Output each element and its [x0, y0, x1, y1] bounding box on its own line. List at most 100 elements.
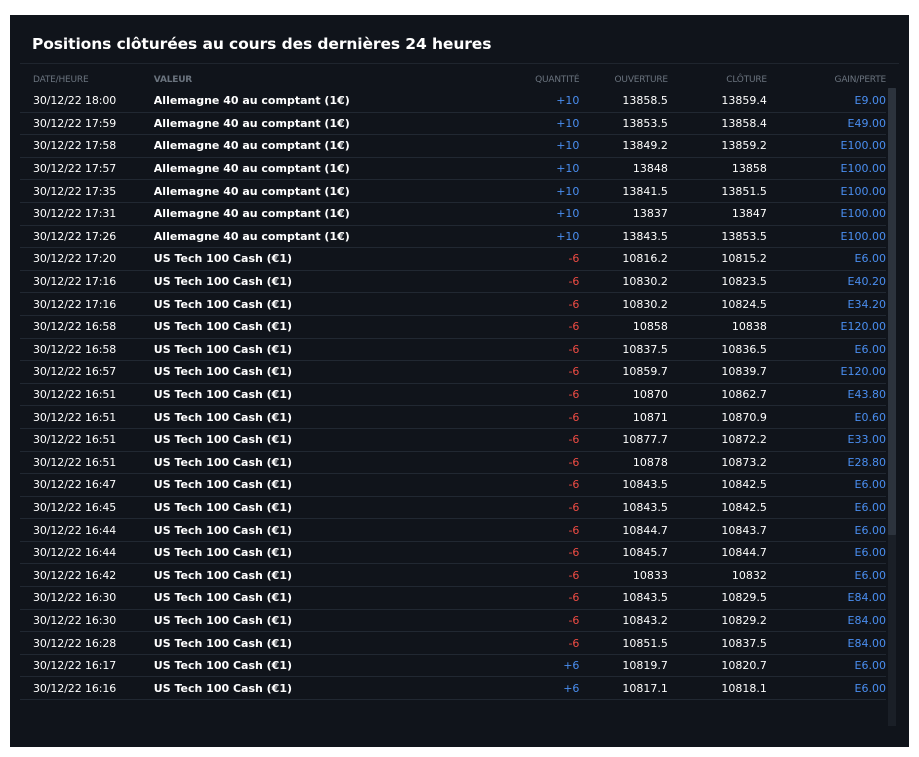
cell-close: 10872.2 [667, 428, 767, 452]
cell-value: US Tech 100 Cash (€1) [153, 315, 470, 339]
table-row[interactable]: 30/12/22 16:51 US Tech 100 Cash (€1) -6 108… [20, 405, 886, 429]
cell-open: 13848 [579, 157, 668, 181]
cell-value: US Tech 100 Cash (€1) [153, 654, 470, 678]
cell-value: US Tech 100 Cash (€1) [153, 270, 470, 294]
cell-quantity: -6 [469, 292, 580, 316]
column-header-gain-loss[interactable]: GAIN/PERTE [767, 70, 887, 90]
table-row[interactable]: 30/12/22 16:57 US Tech 100 Cash (€1) -6 108… [20, 360, 886, 384]
scrollbar-thumb[interactable] [888, 88, 896, 535]
cell-value: US Tech 100 Cash (€1) [153, 676, 470, 701]
cell-open: 10843.5 [579, 496, 668, 520]
table-row[interactable]: 30/12/22 16:42 US Tech 100 Cash (€1) -6 108… [20, 563, 886, 588]
cell-date: 30/12/22 16:57 [20, 360, 154, 384]
cell-gain-loss: E6.00 [766, 563, 886, 588]
table-row[interactable]: 30/12/22 16:47 US Tech 100 Cash (€1) -6 108… [20, 473, 886, 497]
cell-close: 10836.5 [667, 338, 767, 362]
cell-quantity: -6 [469, 563, 580, 588]
cell-value: US Tech 100 Cash (€1) [153, 563, 470, 588]
cell-date: 30/12/22 16:28 [20, 631, 154, 655]
cell-date: 30/12/22 17:31 [20, 202, 154, 226]
table-row[interactable]: 30/12/22 17:16 US Tech 100 Cash (€1) -6 108… [20, 270, 886, 294]
cell-quantity: -6 [469, 383, 580, 407]
cell-close: 13853.5 [667, 225, 767, 249]
cell-gain-loss: E6.00 [766, 518, 886, 542]
table-row[interactable]: 30/12/22 17:58 Allemagne 40 au comptant (… [20, 134, 886, 158]
cell-date: 30/12/22 16:51 [20, 451, 154, 475]
cell-quantity: -6 [469, 541, 580, 565]
cell-value: US Tech 100 Cash (€1) [153, 428, 470, 452]
cell-quantity: +10 [469, 157, 580, 181]
table-row[interactable]: 30/12/22 17:57 Allemagne 40 au comptant (… [20, 157, 886, 181]
cell-open: 13843.5 [579, 225, 668, 249]
cell-close: 10838 [667, 315, 767, 339]
column-header-open[interactable]: OUVERTURE [579, 70, 669, 90]
table-row[interactable]: 30/12/22 16:51 US Tech 100 Cash (€1) -6 108… [20, 383, 886, 407]
cell-close: 10839.7 [667, 360, 767, 384]
table-row[interactable]: 30/12/22 16:51 US Tech 100 Cash (€1) -6 108… [20, 451, 886, 475]
positions-table: DATE/HEURE VALEUR QUANTITÉ OUVERTURE CLÔ… [20, 70, 886, 701]
cell-open: 10878 [579, 451, 668, 475]
table-row[interactable]: 30/12/22 16:58 US Tech 100 Cash (€1) -6 108… [20, 338, 886, 362]
cell-gain-loss: E6.00 [766, 541, 886, 565]
table-row[interactable]: 30/12/22 16:51 US Tech 100 Cash (€1) -6 108… [20, 428, 886, 452]
cell-open: 10858 [579, 315, 668, 339]
table-row[interactable]: 30/12/22 17:26 Allemagne 40 au comptant (… [20, 225, 886, 249]
column-header-close[interactable]: CLÔTURE [668, 70, 767, 90]
table-row[interactable]: 30/12/22 16:16 US Tech 100 Cash (€1) +6 108… [20, 676, 886, 701]
cell-quantity: -6 [469, 428, 580, 452]
cell-date: 30/12/22 16:47 [20, 473, 154, 497]
cell-gain-loss: E33.00 [766, 428, 886, 452]
closed-positions-panel: Positions clôturées au cours des dernièr… [10, 15, 909, 747]
cell-quantity: +10 [469, 225, 580, 249]
column-header-value[interactable]: VALEUR [154, 70, 470, 90]
cell-value: US Tech 100 Cash (€1) [153, 451, 470, 475]
cell-quantity: -6 [469, 496, 580, 520]
cell-open: 10819.7 [579, 654, 668, 678]
cell-value: US Tech 100 Cash (€1) [153, 247, 470, 271]
cell-close: 10823.5 [667, 270, 767, 294]
cell-close: 10837.5 [667, 631, 767, 655]
cell-value: Allemagne 40 au comptant (1€) [153, 90, 470, 113]
table-row[interactable]: 30/12/22 17:31 Allemagne 40 au comptant (… [20, 202, 886, 226]
cell-gain-loss: E6.00 [766, 473, 886, 497]
cell-quantity: +10 [469, 134, 580, 158]
table-row[interactable]: 30/12/22 16:28 US Tech 100 Cash (€1) -6 108… [20, 631, 886, 655]
cell-open: 10843.5 [579, 586, 668, 610]
table-row[interactable]: 30/12/22 16:30 US Tech 100 Cash (€1) -6 108… [20, 609, 886, 633]
cell-open: 10833 [579, 563, 668, 588]
table-row[interactable]: 30/12/22 17:35 Allemagne 40 au comptant (… [20, 179, 886, 203]
table-row[interactable]: 30/12/22 16:45 US Tech 100 Cash (€1) -6 108… [20, 496, 886, 520]
cell-value: Allemagne 40 au comptant (1€) [153, 202, 470, 226]
cell-close: 10818.1 [667, 676, 767, 701]
table-row[interactable]: 30/12/22 17:59 Allemagne 40 au comptant (… [20, 112, 886, 136]
table-row[interactable]: 30/12/22 16:17 US Tech 100 Cash (€1) +6 108… [20, 654, 886, 678]
table-row[interactable]: 30/12/22 16:44 US Tech 100 Cash (€1) -6 108… [20, 541, 886, 565]
table-row[interactable]: 30/12/22 16:30 US Tech 100 Cash (€1) -6 108… [20, 586, 886, 610]
table-row[interactable]: 30/12/22 17:16 US Tech 100 Cash (€1) -6 108… [20, 292, 886, 316]
cell-value: Allemagne 40 au comptant (1€) [153, 157, 470, 181]
table-header-row: DATE/HEURE VALEUR QUANTITÉ OUVERTURE CLÔ… [20, 70, 886, 90]
cell-open: 10870 [579, 383, 668, 407]
cell-quantity: -6 [469, 360, 580, 384]
cell-value: US Tech 100 Cash (€1) [153, 609, 470, 633]
column-header-date[interactable]: DATE/HEURE [20, 70, 154, 90]
table-row[interactable]: 30/12/22 16:58 US Tech 100 Cash (€1) -6 108… [20, 315, 886, 339]
column-header-quantity[interactable]: QUANTITÉ [470, 70, 579, 90]
cell-open: 10843.5 [579, 473, 668, 497]
table-row[interactable]: 30/12/22 16:44 US Tech 100 Cash (€1) -6 108… [20, 518, 886, 542]
cell-close: 10873.2 [667, 451, 767, 475]
cell-close: 10842.5 [667, 496, 767, 520]
cell-quantity: -6 [469, 451, 580, 475]
table-row[interactable]: 30/12/22 18:00 Allemagne 40 au comptant (… [20, 90, 886, 113]
cell-quantity: -6 [469, 609, 580, 633]
cell-open: 10817.1 [579, 676, 668, 701]
cell-date: 30/12/22 17:58 [20, 134, 154, 158]
cell-date: 30/12/22 16:17 [20, 654, 154, 678]
cell-quantity: +10 [469, 202, 580, 226]
table-row[interactable]: 30/12/22 17:20 US Tech 100 Cash (€1) -6 108… [20, 247, 886, 271]
cell-value: US Tech 100 Cash (€1) [153, 518, 470, 542]
cell-date: 30/12/22 16:58 [20, 338, 154, 362]
positions-table-container[interactable]: DATE/HEURE VALEUR QUANTITÉ OUVERTURE CLÔ… [20, 70, 892, 701]
cell-close: 10870.9 [667, 405, 767, 429]
cell-date: 30/12/22 16:30 [20, 609, 154, 633]
